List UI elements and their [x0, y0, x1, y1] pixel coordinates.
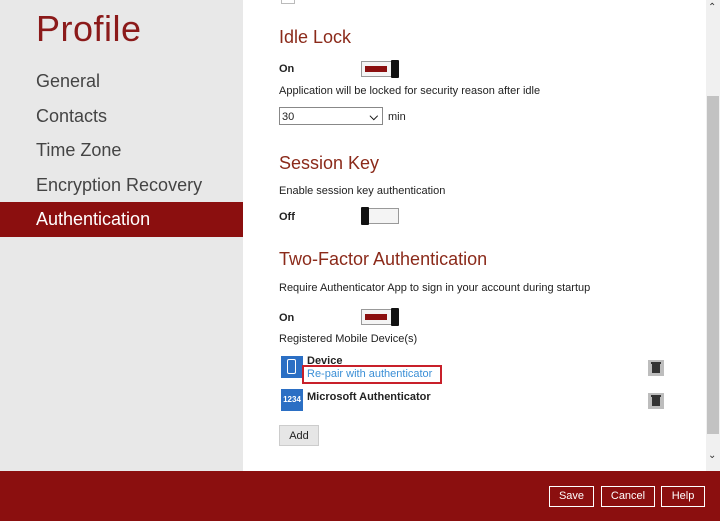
phone-icon: [281, 356, 303, 378]
sidebar-item-encryption-recovery[interactable]: Encryption Recovery: [0, 168, 243, 203]
add-device-button[interactable]: Add: [279, 425, 319, 446]
authenticator-icon: 1234: [281, 389, 303, 411]
sidebar-item-contacts[interactable]: Contacts: [0, 99, 243, 134]
session-key-toggle[interactable]: [361, 207, 399, 225]
idle-timeout-select[interactable]: 30 ⌵: [279, 107, 383, 125]
save-button[interactable]: Save: [549, 486, 594, 507]
two-factor-toggle[interactable]: [361, 308, 399, 326]
sidebar-item-time-zone[interactable]: Time Zone: [0, 133, 243, 168]
toggle-track: [365, 314, 387, 320]
two-factor-description: Require Authenticator App to sign in you…: [279, 282, 591, 294]
scrollbar[interactable]: ⌃ ⌄: [706, 0, 720, 471]
idle-lock-toggle-label: On: [279, 63, 295, 75]
help-button[interactable]: Help: [661, 486, 705, 507]
toggle-knob: [361, 207, 369, 225]
delete-device-button[interactable]: [648, 393, 664, 409]
sidebar-nav: General Contacts Time Zone Encryption Re…: [0, 64, 243, 237]
repair-authenticator-link[interactable]: Re-pair with authenticator: [307, 368, 432, 380]
cancel-button[interactable]: Cancel: [601, 486, 655, 507]
device-name: Microsoft Authenticator: [307, 391, 431, 403]
toggle-knob: [391, 308, 399, 326]
toggle-knob: [391, 60, 399, 78]
session-key-toggle-label: Off: [279, 211, 295, 223]
scroll-down-icon[interactable]: ⌄: [708, 450, 716, 461]
toggle-track: [365, 66, 387, 72]
chevron-down-icon: ⌵: [369, 111, 378, 123]
idle-lock-title: Idle Lock: [279, 27, 352, 47]
authenticator-icon-text: 1234: [283, 395, 301, 404]
main-content: Idle Lock On Application will be locked …: [243, 0, 706, 471]
scroll-up-icon[interactable]: ⌃: [708, 2, 716, 13]
session-key-description: Enable session key authentication: [279, 185, 446, 197]
idle-lock-description: Application will be locked for security …: [279, 85, 541, 97]
two-factor-title: Two-Factor Authentication: [279, 249, 488, 269]
idle-lock-toggle[interactable]: [361, 60, 399, 78]
sidebar: Profile General Contacts Time Zone Encry…: [0, 0, 243, 471]
two-factor-toggle-label: On: [279, 312, 295, 324]
sidebar-item-authentication[interactable]: Authentication: [0, 202, 243, 237]
idle-timeout-value: 30: [282, 111, 295, 123]
delete-device-button[interactable]: [648, 360, 664, 376]
session-key-title: Session Key: [279, 153, 380, 173]
scrollbar-thumb[interactable]: [707, 96, 719, 434]
idle-timeout-unit: min: [388, 111, 406, 123]
page-title: Profile: [36, 8, 142, 49]
checkbox-partial[interactable]: [281, 0, 295, 4]
registered-devices-label: Registered Mobile Device(s): [279, 333, 418, 345]
footer-bar: Save Cancel Help: [0, 471, 720, 521]
sidebar-item-general[interactable]: General: [0, 64, 243, 99]
